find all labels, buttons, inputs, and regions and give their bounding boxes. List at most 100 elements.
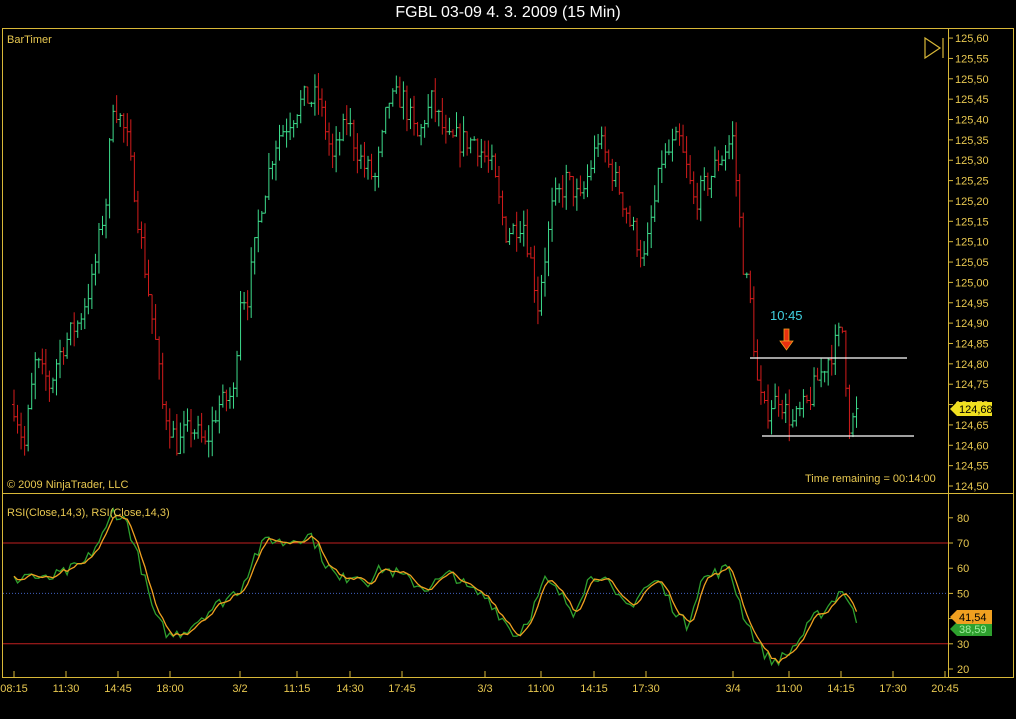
- price-bar: [479, 138, 484, 169]
- price-bar: [174, 414, 179, 456]
- price-bar: [712, 146, 717, 178]
- price-bar: [450, 129, 455, 138]
- price-bar: [475, 138, 480, 167]
- price-bar: [691, 171, 696, 205]
- price-bar: [748, 270, 753, 304]
- price-bar: [840, 326, 845, 334]
- price-bar: [546, 221, 551, 277]
- price-bar: [408, 98, 413, 130]
- price-bar: [390, 88, 395, 107]
- price-tick-label: 125,40: [955, 115, 989, 127]
- price-bar: [256, 209, 261, 253]
- time-tick-label: 3/3: [477, 683, 492, 695]
- rsi-tick-label: 60: [957, 563, 969, 575]
- price-bar: [12, 389, 16, 422]
- price-bar: [50, 377, 55, 394]
- price-bar: [139, 221, 144, 249]
- price-bar: [741, 212, 746, 275]
- price-bar: [652, 185, 657, 222]
- price-bar: [33, 352, 38, 400]
- price-bar: [231, 382, 236, 409]
- price-bar: [404, 85, 409, 132]
- price-bar: [727, 135, 732, 160]
- price-bar: [210, 406, 215, 457]
- price-bar: [698, 175, 703, 222]
- rsi-label: RSI(Close,14,3), RSI(Close,14,3): [7, 507, 170, 519]
- price-tick-label: 125,00: [955, 277, 989, 289]
- price-bar: [642, 241, 647, 266]
- rsi-panel-frame: [2, 493, 1014, 678]
- price-bar: [181, 410, 186, 454]
- price-bar: [295, 114, 300, 129]
- price-bar: [192, 429, 197, 440]
- price-bar: [571, 176, 576, 207]
- price-bar: [535, 276, 540, 325]
- price-bar: [358, 144, 363, 169]
- price-bar: [585, 164, 590, 198]
- price-tick-label: 125,30: [955, 155, 989, 167]
- price-bar: [666, 139, 671, 156]
- price-bar: [355, 133, 360, 174]
- price-tick-label: 124,50: [955, 481, 989, 493]
- price-bar: [758, 365, 763, 405]
- price-bar: [688, 155, 693, 185]
- time-tick-label: 17:45: [388, 683, 416, 695]
- price-bar: [323, 100, 328, 140]
- price-bar: [850, 412, 855, 438]
- time-remaining: Time remaining = 00:14:00: [805, 473, 936, 485]
- price-bar: [401, 81, 406, 120]
- price-bar: [581, 181, 586, 200]
- price-bar: [550, 187, 555, 242]
- copyright: © 2009 NinjaTrader, LLC: [7, 479, 128, 491]
- price-bar: [47, 370, 52, 402]
- price-bar: [373, 172, 378, 192]
- time-tick-label: 14:15: [580, 683, 608, 695]
- price-bar: [220, 384, 225, 408]
- price-bar: [263, 195, 268, 214]
- price-bar: [277, 124, 282, 161]
- price-tick-label: 125,50: [955, 74, 989, 86]
- price-bar: [344, 105, 349, 136]
- price-bar: [553, 177, 558, 206]
- price-bar: [843, 330, 848, 397]
- price-bar: [351, 119, 356, 162]
- price-bar: [422, 119, 427, 138]
- price-bar: [670, 128, 675, 162]
- price-bar: [284, 118, 289, 148]
- price-bar: [213, 410, 218, 424]
- price-bar: [723, 145, 728, 171]
- play-forward-icon[interactable]: [924, 36, 944, 60]
- price-tick-label: 124,95: [955, 298, 989, 310]
- price-bar: [461, 116, 466, 157]
- price-bar: [348, 108, 353, 137]
- price-bar: [801, 389, 806, 418]
- time-tick-label: 17:30: [632, 683, 660, 695]
- price-bar: [142, 223, 147, 279]
- price-bar: [235, 350, 240, 398]
- price-bar: [504, 216, 509, 243]
- price-bar: [766, 384, 771, 429]
- rsi-avg-value-marker: 41,54: [950, 610, 992, 624]
- price-bar: [288, 112, 293, 141]
- price-bar: [26, 404, 31, 452]
- price-tick-label: 124,80: [955, 359, 989, 371]
- price-bar: [528, 246, 533, 259]
- price-bar: [189, 408, 193, 448]
- price-bar: [521, 210, 526, 247]
- price-bar: [394, 75, 399, 94]
- chart-canvas[interactable]: 124,50124,55124,60124,65124,70124,75124,…: [0, 0, 1016, 719]
- price-bar: [797, 401, 802, 417]
- price-tick-label: 125,45: [955, 94, 989, 106]
- price-bar: [150, 294, 155, 334]
- price-bar: [429, 90, 434, 119]
- rsi-value-marker: 38,59: [950, 622, 992, 636]
- price-bar: [808, 386, 813, 411]
- price-bar: [624, 207, 629, 224]
- price-bar: [539, 274, 544, 316]
- price-bar: [656, 167, 661, 203]
- price-bar: [578, 175, 583, 197]
- price-bar: [266, 152, 271, 201]
- price-bar: [397, 76, 402, 108]
- price-bar: [412, 95, 417, 136]
- price-bar: [79, 313, 84, 331]
